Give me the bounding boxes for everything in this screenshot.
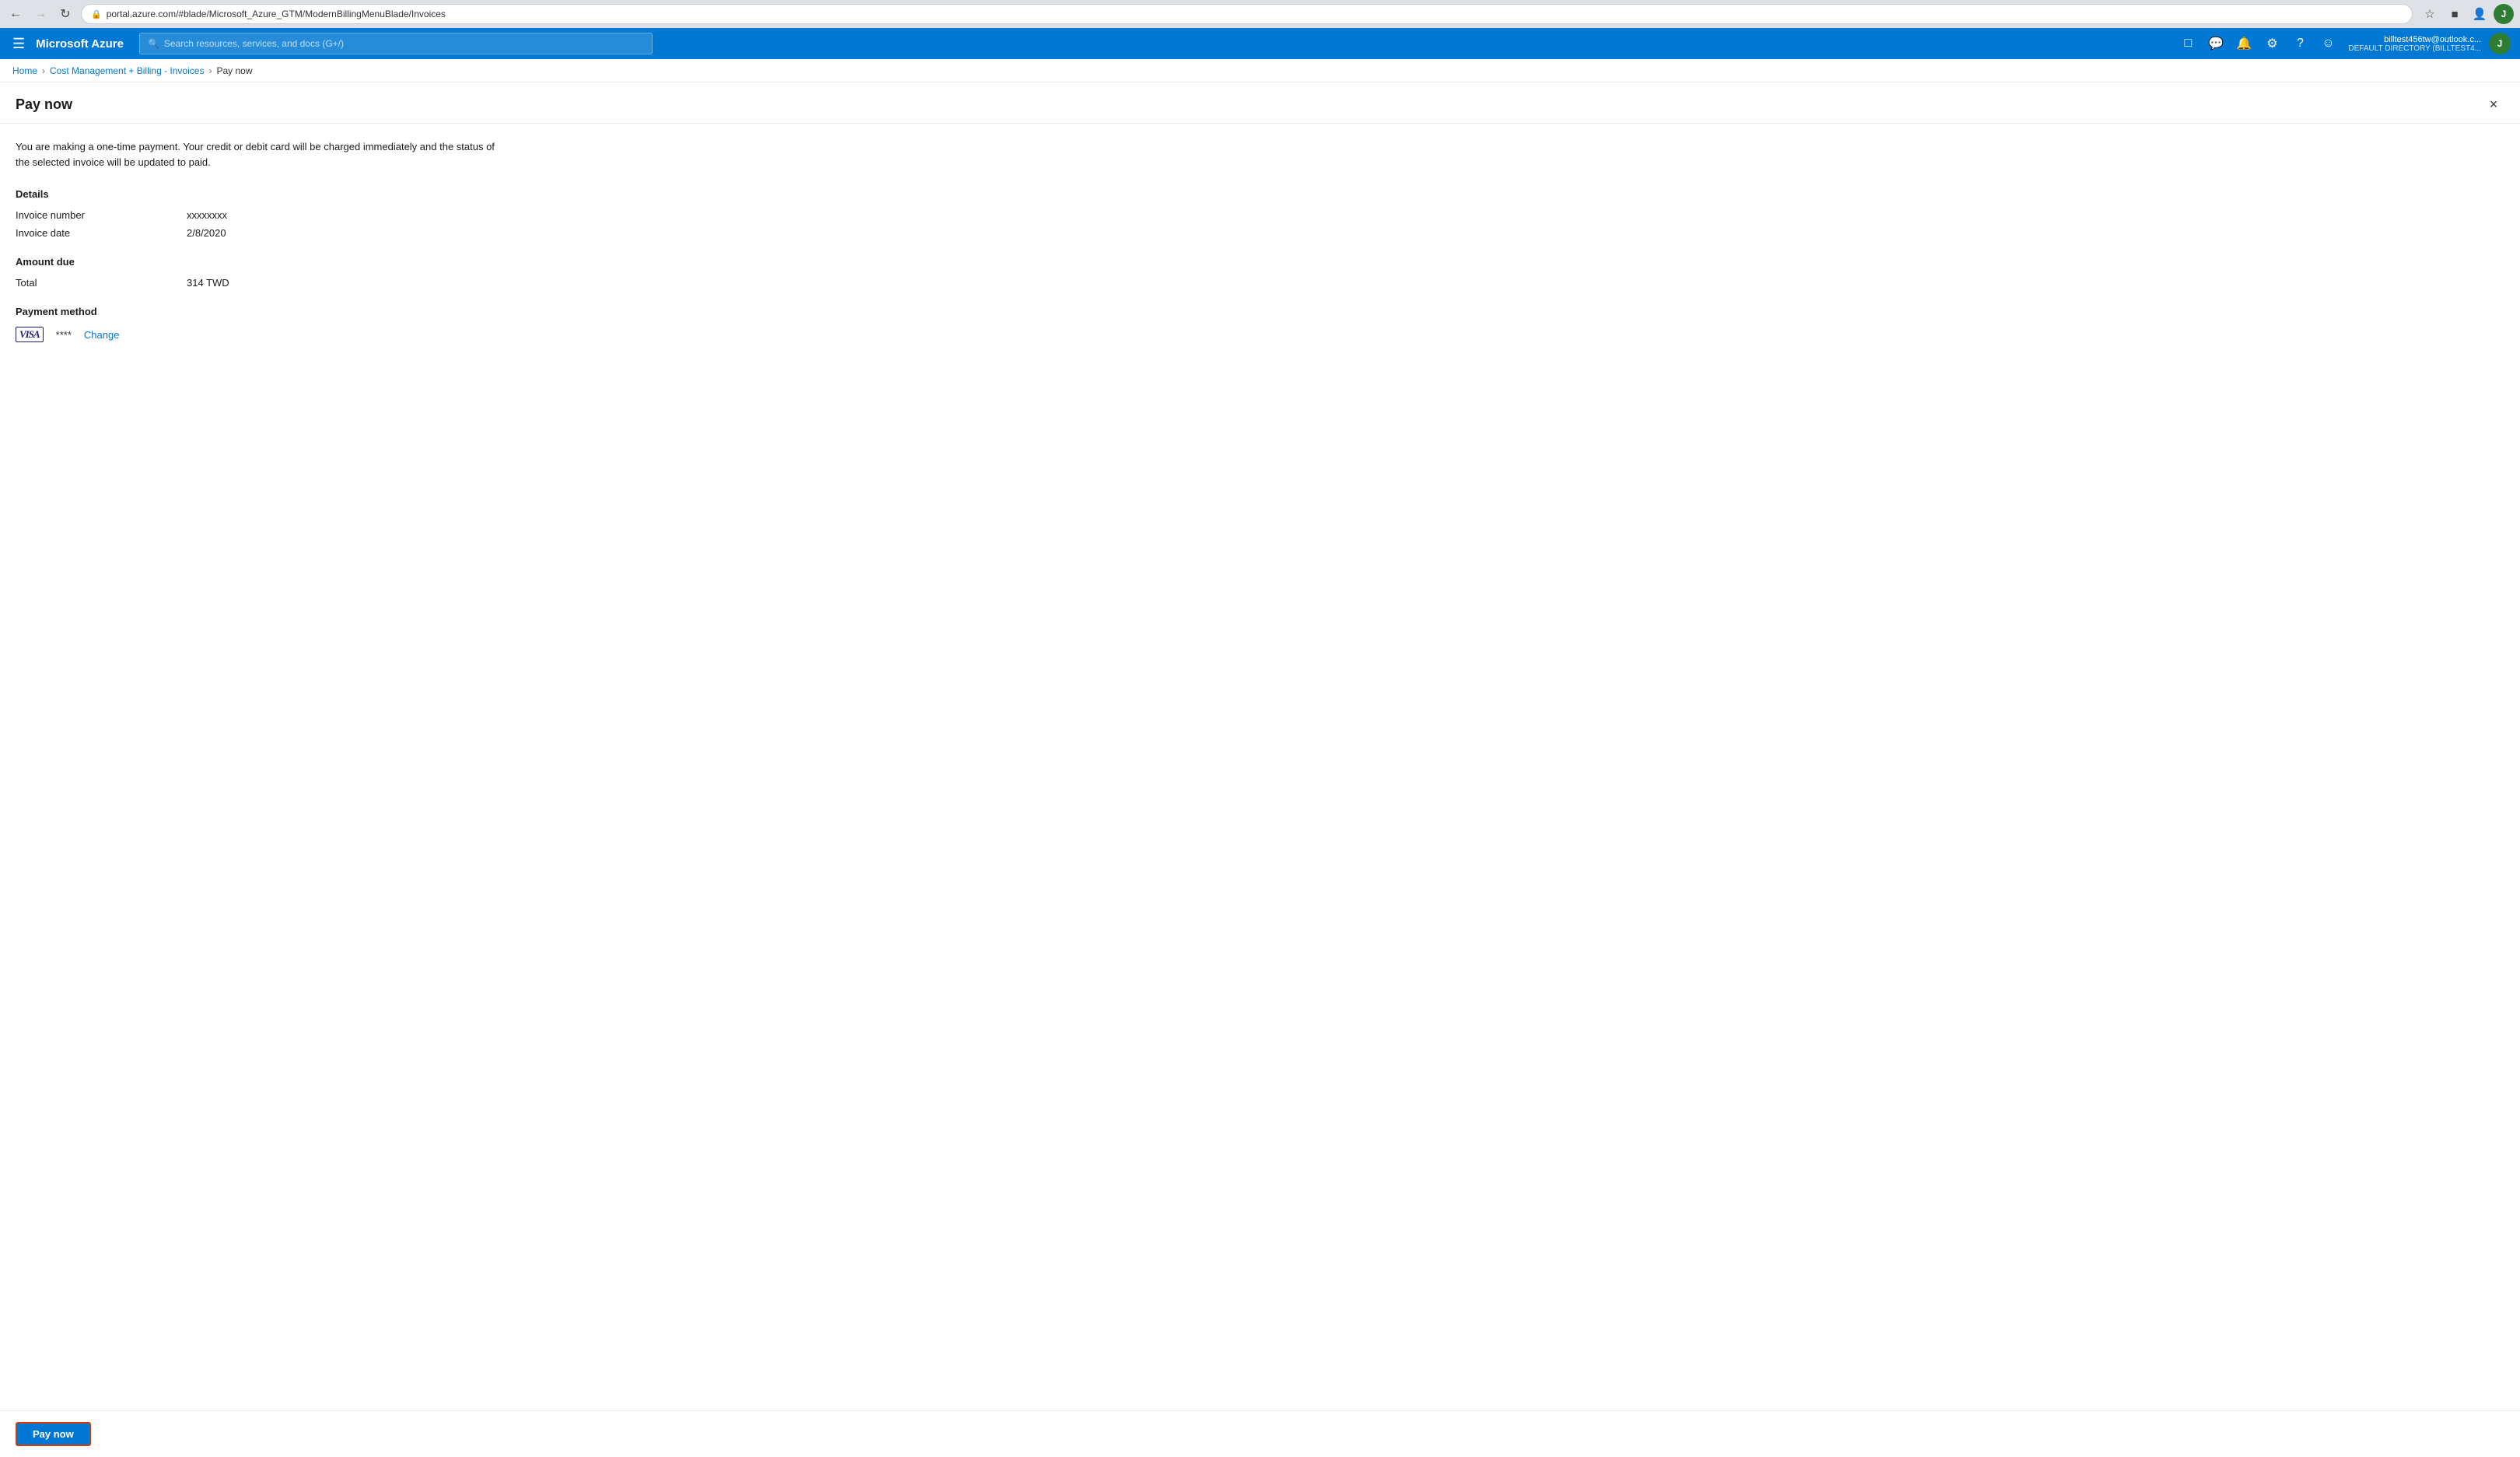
total-value: 314 TWD bbox=[187, 277, 229, 289]
main-content: Pay now × You are making a one-time paym… bbox=[0, 82, 2520, 1457]
azure-logo: Microsoft Azure bbox=[36, 37, 124, 51]
browser-toolbar: ← → ↻ 🔒 portal.azure.com/#blade/Microsof… bbox=[0, 0, 2520, 28]
extensions-icon[interactable]: ■ bbox=[2444, 3, 2466, 25]
close-button[interactable]: × bbox=[2483, 93, 2504, 115]
user-email: billtest456tw@outlook.c... bbox=[2384, 35, 2481, 44]
browser-icons: ☆ ■ 👤 J bbox=[2419, 3, 2514, 25]
info-text: You are making a one-time payment. Your … bbox=[16, 139, 498, 170]
cloud-shell-icon[interactable]: □ bbox=[2175, 31, 2200, 56]
refresh-button[interactable]: ↻ bbox=[56, 5, 75, 23]
pay-now-button[interactable]: Pay now bbox=[16, 1422, 91, 1446]
breadcrumb-billing[interactable]: Cost Management + Billing - Invoices bbox=[50, 65, 204, 76]
payment-method-section-title: Payment method bbox=[16, 306, 2504, 317]
invoice-number-label: Invoice number bbox=[16, 209, 187, 221]
azure-search-bar[interactable]: 🔍 Search resources, services, and docs (… bbox=[139, 33, 653, 54]
total-row: Total 314 TWD bbox=[16, 277, 2504, 289]
azure-user-avatar[interactable]: J bbox=[2489, 33, 2511, 54]
hamburger-menu[interactable]: ☰ bbox=[9, 33, 28, 55]
amount-due-section-title: Amount due bbox=[16, 256, 2504, 268]
panel-header: Pay now × bbox=[0, 82, 2520, 124]
invoice-number-row: Invoice number xxxxxxxx bbox=[16, 209, 2504, 221]
card-dots: **** bbox=[56, 329, 72, 341]
panel-footer: Pay now bbox=[0, 1410, 2520, 1457]
change-link[interactable]: Change bbox=[84, 329, 120, 341]
payment-method-section: Payment method VISA **** Change bbox=[16, 306, 2504, 342]
back-button[interactable]: ← bbox=[6, 5, 25, 23]
browser-chrome: ← → ↻ 🔒 portal.azure.com/#blade/Microsof… bbox=[0, 0, 2520, 28]
address-bar[interactable]: 🔒 portal.azure.com/#blade/Microsoft_Azur… bbox=[81, 4, 2413, 24]
lock-icon: 🔒 bbox=[91, 9, 102, 19]
breadcrumb-current: Pay now bbox=[216, 65, 252, 76]
total-label: Total bbox=[16, 277, 187, 289]
feedback-smile-icon[interactable]: ☺ bbox=[2315, 31, 2340, 56]
details-section: Details Invoice number xxxxxxxx Invoice … bbox=[16, 188, 2504, 239]
breadcrumb-sep-2: › bbox=[208, 65, 212, 76]
panel-title: Pay now bbox=[16, 96, 72, 113]
browser-user-avatar[interactable]: J bbox=[2494, 4, 2514, 24]
visa-badge: VISA bbox=[16, 327, 44, 342]
invoice-number-value: xxxxxxxx bbox=[187, 209, 227, 221]
address-text: portal.azure.com/#blade/Microsoft_Azure_… bbox=[107, 9, 446, 19]
breadcrumb: Home › Cost Management + Billing - Invoi… bbox=[0, 59, 2520, 82]
payment-method-row: VISA **** Change bbox=[16, 327, 2504, 342]
azure-nav-icons: □ 💬 🔔 ⚙ ? ☺ billtest456tw@outlook.c... D… bbox=[2175, 31, 2511, 56]
search-placeholder: Search resources, services, and docs (G+… bbox=[164, 38, 344, 49]
user-directory: DEFAULT DIRECTORY (BILLTEST4... bbox=[2348, 44, 2481, 53]
invoice-date-value: 2/8/2020 bbox=[187, 227, 226, 239]
profile-icon[interactable]: 👤 bbox=[2469, 3, 2490, 25]
invoice-date-label: Invoice date bbox=[16, 227, 187, 239]
breadcrumb-sep-1: › bbox=[42, 65, 45, 76]
azure-user-info[interactable]: billtest456tw@outlook.c... DEFAULT DIREC… bbox=[2348, 35, 2481, 53]
settings-icon[interactable]: ⚙ bbox=[2259, 31, 2284, 56]
search-icon: 🔍 bbox=[148, 38, 159, 49]
favorites-icon[interactable]: ☆ bbox=[2419, 3, 2441, 25]
amount-due-section: Amount due Total 314 TWD bbox=[16, 256, 2504, 289]
panel-body: You are making a one-time payment. Your … bbox=[0, 124, 2520, 1410]
invoice-date-row: Invoice date 2/8/2020 bbox=[16, 227, 2504, 239]
notifications-icon[interactable]: 🔔 bbox=[2231, 31, 2256, 56]
feedback-icon[interactable]: 💬 bbox=[2203, 31, 2228, 56]
forward-button[interactable]: → bbox=[31, 5, 50, 23]
help-icon[interactable]: ? bbox=[2287, 31, 2312, 56]
details-section-title: Details bbox=[16, 188, 2504, 200]
azure-nav: ☰ Microsoft Azure 🔍 Search resources, se… bbox=[0, 28, 2520, 59]
breadcrumb-home[interactable]: Home bbox=[12, 65, 37, 76]
